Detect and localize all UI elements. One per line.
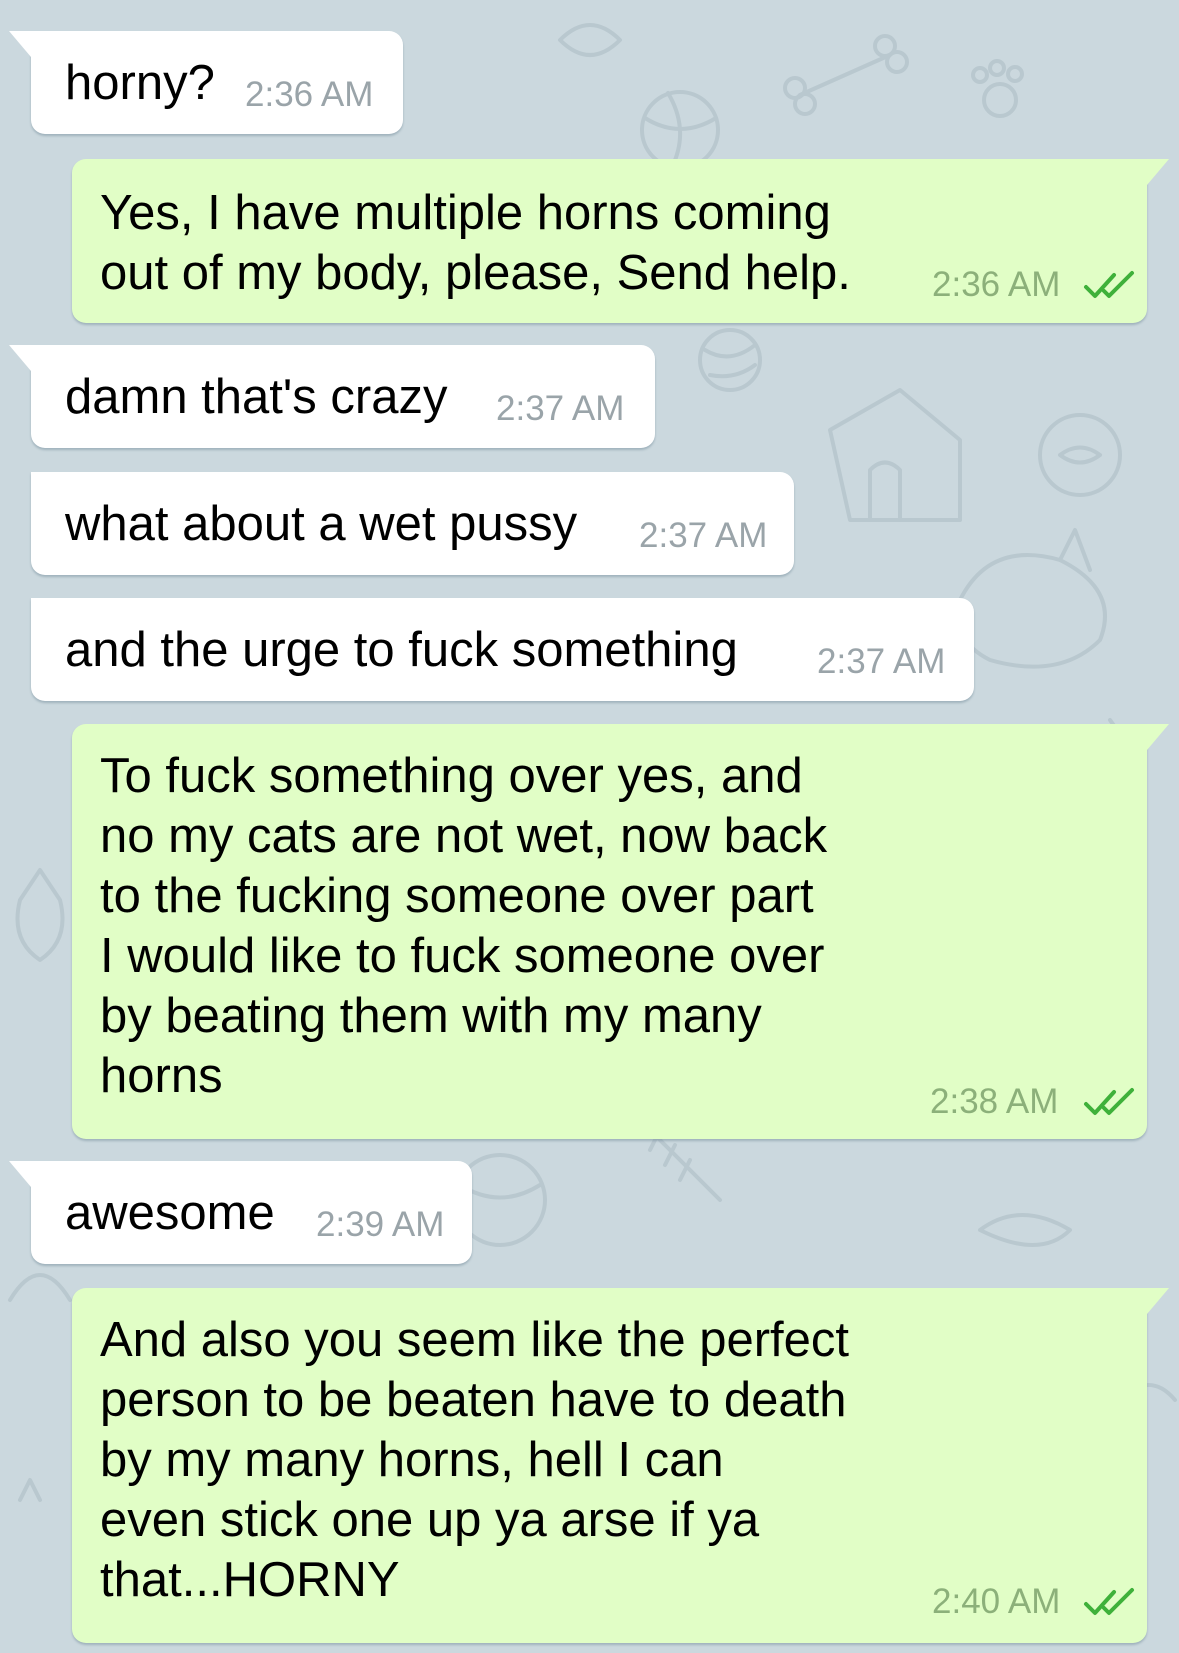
incoming-message[interactable]: what about a wet pussy 2:37 AM [31, 472, 794, 575]
message-timestamp: 2:37 AM [817, 642, 946, 681]
double-check-icon [1084, 1088, 1134, 1115]
message-timestamp: 2:36 AM [245, 75, 374, 114]
message-text: And also you seem like the perfect perso… [100, 1313, 850, 1607]
outgoing-message[interactable]: And also you seem like the perfect perso… [72, 1288, 1169, 1643]
incoming-message[interactable]: awesome 2:39 AM [9, 1161, 472, 1264]
message-text: and the urge to fuck something [65, 623, 738, 677]
incoming-message[interactable]: horny? 2:36 AM [9, 31, 403, 134]
outgoing-message[interactable]: Yes, I have multiple horns coming out of… [72, 159, 1169, 323]
message-timestamp: 2:36 AM [932, 265, 1061, 304]
double-check-icon [1084, 1588, 1134, 1615]
message-text: Yes, I have multiple horns coming out of… [100, 186, 851, 300]
chat-message-list[interactable]: horny? 2:36 AM Yes, I have multiple horn… [0, 0, 1179, 1653]
message-timestamp: 2:38 AM [930, 1082, 1059, 1121]
message-text: To fuck something over yes, and no my ca… [100, 749, 828, 1103]
message-timestamp: 2:37 AM [639, 516, 768, 555]
message-text: horny? [65, 56, 215, 110]
incoming-message[interactable]: and the urge to fuck something 2:37 AM [31, 598, 974, 701]
message-timestamp: 2:39 AM [316, 1205, 445, 1244]
outgoing-message[interactable]: To fuck something over yes, and no my ca… [72, 724, 1169, 1139]
message-timestamp: 2:37 AM [496, 389, 625, 428]
message-text: awesome [65, 1186, 275, 1240]
message-timestamp: 2:40 AM [932, 1582, 1061, 1621]
double-check-icon [1084, 271, 1134, 298]
message-text: what about a wet pussy [65, 497, 578, 551]
message-text: damn that's crazy [65, 370, 448, 424]
incoming-message[interactable]: damn that's crazy 2:37 AM [9, 345, 655, 448]
